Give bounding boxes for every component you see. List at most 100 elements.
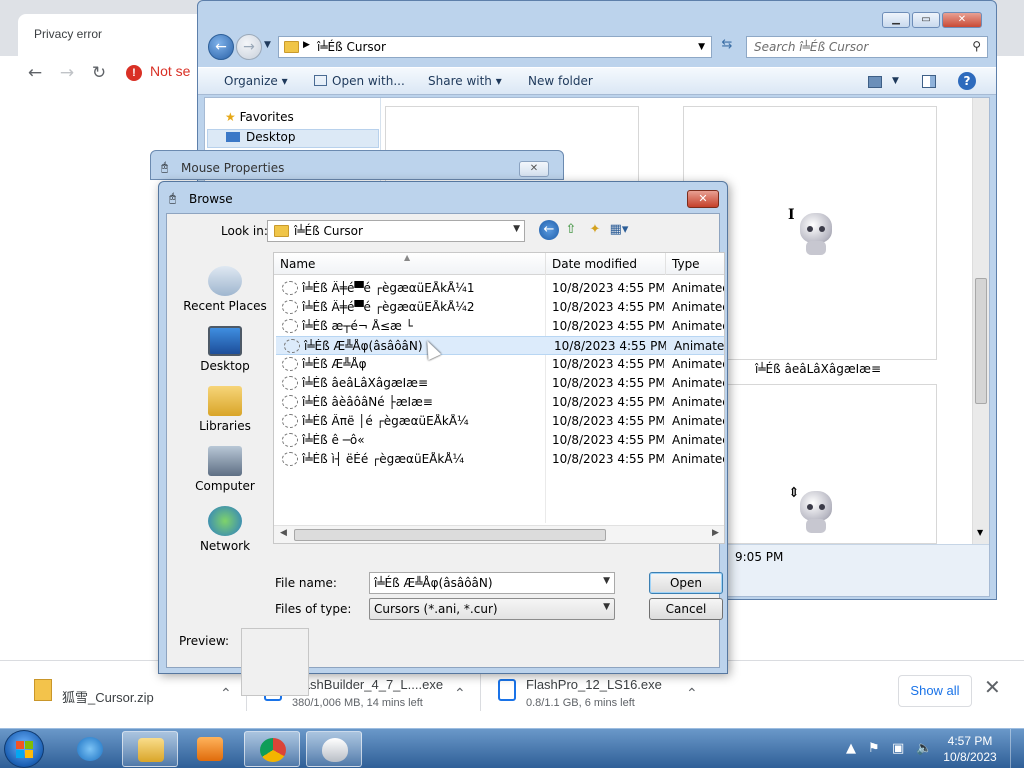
scrollbar-thumb[interactable] xyxy=(294,529,606,541)
scroll-left-arrow-icon[interactable]: ◀ xyxy=(280,528,287,538)
new-folder-icon[interactable]: ✦ xyxy=(585,220,605,240)
look-in-dropdown[interactable]: î╧Éß Cursor ▼ xyxy=(267,220,525,242)
close-button[interactable]: ✕ xyxy=(519,161,549,177)
start-button[interactable] xyxy=(4,730,44,768)
download-item[interactable]: 狐雪_Cursor.zip ⌃ xyxy=(28,669,238,721)
refresh-icon[interactable]: ⇆ xyxy=(716,37,738,57)
place-desktop[interactable]: Desktop xyxy=(177,326,273,373)
download-status: 0.8/1.1 GB, 6 mins left xyxy=(526,697,635,709)
scroll-right-arrow-icon[interactable]: ▶ xyxy=(712,528,719,538)
file-row[interactable]: î╧Éß âèâôâNé ├æIæ≡ 10/8/2023 4:55 PM Anima… xyxy=(274,393,725,412)
place-recent-places[interactable]: Recent Places xyxy=(177,266,273,313)
open-with-button[interactable]: Open with... xyxy=(314,74,405,88)
mouse-properties-window: 🖰 Mouse Properties ✕ xyxy=(150,150,564,180)
address-bar[interactable]: ▶ î╧Éß Cursor ▼ xyxy=(278,36,712,58)
new-folder-button[interactable]: New folder xyxy=(528,74,593,88)
close-icon[interactable]: ✕ xyxy=(984,675,1001,700)
place-libraries[interactable]: Libraries xyxy=(177,386,273,433)
share-with-menu[interactable]: Share with ▾ xyxy=(428,74,502,88)
action-center-icon[interactable]: ⚑ xyxy=(868,741,880,756)
chrome-tab[interactable]: Privacy error xyxy=(18,14,208,56)
horizontal-scrollbar[interactable]: ◀ ▶ xyxy=(274,525,724,543)
file-row[interactable]: î╧Éß Ä╪é▀é ┌ègæαüEÅkÅ¼2 10/8/2023 4:55 PM… xyxy=(274,298,724,317)
chevron-down-icon[interactable]: ▼ xyxy=(603,576,610,586)
up-folder-icon[interactable]: ⇧ xyxy=(561,220,581,240)
file-row[interactable]: î╧Éß âeâLâXâgæIæ≡ 10/8/2023 4:55 PM Animat… xyxy=(274,374,724,393)
recent-pages-chevron-icon[interactable]: ▼ xyxy=(264,40,271,50)
column-header-date[interactable]: Date modified xyxy=(552,257,637,271)
organize-menu[interactable]: Organize ▾ xyxy=(224,74,288,88)
window-title: Mouse Properties xyxy=(181,161,285,175)
view-options-icon[interactable] xyxy=(868,76,882,88)
file-row[interactable]: î╧Éß Æ╩Åφ 10/8/2023 4:55 PM Animated xyxy=(274,355,724,374)
file-row[interactable]: î╧Éß ê ─ô« 10/8/2023 4:55 PM Animated xyxy=(274,431,724,450)
taskbar-explorer[interactable] xyxy=(122,731,178,767)
search-icon[interactable]: ⚲ xyxy=(972,39,981,53)
forward-arrow-icon[interactable]: → xyxy=(54,60,80,86)
sidebar-item-desktop[interactable]: Desktop xyxy=(207,129,379,148)
sidebar-item-favorites[interactable]: ★ Favorites xyxy=(225,110,294,124)
search-input[interactable]: Search î╧Éß Cursor ⚲ xyxy=(746,36,988,58)
clock-date: 10/8/2023 xyxy=(943,750,997,764)
file-type-cell: Animated xyxy=(672,395,725,409)
file-row[interactable]: î╧Éß Æ╩Åφ(âsâôâN) 10/8/2023 4:55 PM Animat… xyxy=(276,336,724,355)
chevron-up-icon[interactable]: ⌃ xyxy=(454,685,466,702)
show-hidden-icons-arrow-icon[interactable]: ▲ xyxy=(846,741,856,756)
internet-explorer-icon xyxy=(77,737,103,761)
view-menu-icon[interactable]: ▦▾ xyxy=(609,220,629,240)
breadcrumb-arrow-icon[interactable]: ▶ xyxy=(303,40,310,50)
show-all-button[interactable]: Show all xyxy=(898,675,972,707)
chevron-down-icon: ▼ xyxy=(513,224,520,234)
maximize-button[interactable]: ▭ xyxy=(912,12,940,28)
network-status-icon[interactable]: ▣ xyxy=(892,741,904,756)
system-clock[interactable]: 4:57 PM 10/8/2023 xyxy=(938,733,1002,765)
browse-dialog: 🖰 Browse ✕ Look in: î╧Éß Cursor ▼ ← ⇧ ✦ … xyxy=(158,181,728,696)
taskbar-mouse-properties[interactable] xyxy=(306,731,362,767)
cancel-button[interactable]: Cancel xyxy=(649,598,723,620)
place-network[interactable]: Network xyxy=(177,506,273,553)
chevron-up-icon[interactable]: ⌃ xyxy=(220,685,232,702)
file-date-cell: 10/8/2023 4:55 PM xyxy=(552,395,664,409)
chevron-down-icon[interactable]: ▼ xyxy=(892,76,899,86)
column-header-name[interactable]: Name xyxy=(280,257,315,271)
forward-icon[interactable]: → xyxy=(236,34,262,60)
preview-pane-icon[interactable] xyxy=(922,75,936,88)
back-icon[interactable]: ← xyxy=(208,34,234,60)
file-row[interactable]: î╧Éß æ┬é¬ Å≤æ └ 10/8/2023 4:55 PM Animated xyxy=(274,317,724,336)
taskbar-chrome[interactable] xyxy=(244,731,300,767)
scroll-down-arrow-icon[interactable]: ▼ xyxy=(977,528,983,537)
file-type-select[interactable]: Cursors (*.ani, *.cur) ▼ xyxy=(369,598,615,620)
close-button[interactable]: ✕ xyxy=(942,12,982,28)
file-row[interactable]: î╧Éß Âπë │é ┌ègæαüEÅkÅ¼ 10/8/2023 4:55 PM… xyxy=(274,412,724,431)
back-arrow-icon[interactable]: ← xyxy=(22,60,48,86)
not-secure-indicator[interactable]: ! Not se xyxy=(126,63,190,81)
minimize-button[interactable]: ▁ xyxy=(882,12,910,28)
scrollbar-thumb[interactable] xyxy=(975,278,987,404)
file-name-cell: î╧Éß Ä╪é▀é ┌ègæαüEÅkÅ¼2 xyxy=(302,300,475,314)
file-list[interactable]: ▲ Name Date modified Type î╧Éß Ä╪é▀é ┌èg… xyxy=(273,252,725,544)
chevron-up-icon[interactable]: ⌃ xyxy=(686,685,698,702)
file-row[interactable]: î╧Éß ì┤ ëÉé ┌ègæαüEÅkÅ¼ 10/8/2023 4:55 PM… xyxy=(274,450,724,469)
column-divider[interactable] xyxy=(545,253,546,275)
column-divider[interactable] xyxy=(665,253,666,275)
command-bar: Organize ▾ Open with... Share with ▾ New… xyxy=(198,67,996,95)
reload-icon[interactable]: ↻ xyxy=(86,60,112,86)
file-row[interactable]: î╧Éß Ä╪é▀é ┌ègæαüEÅkÅ¼1 10/8/2023 4:55 PM… xyxy=(274,279,724,298)
chevron-down-icon[interactable]: ▼ xyxy=(698,42,705,52)
help-icon[interactable]: ? xyxy=(958,72,976,90)
place-computer[interactable]: Computer xyxy=(177,446,273,493)
file-name-field[interactable]: î╧Éß Æ╩Åφ(âsâôâN) ▼ xyxy=(369,572,615,594)
column-header-type[interactable]: Type xyxy=(672,257,700,271)
file-type-cell: Animated xyxy=(674,339,725,353)
taskbar-internet-explorer[interactable] xyxy=(62,731,118,767)
back-icon[interactable]: ← xyxy=(539,220,559,240)
volume-muted-icon[interactable]: 🔈 xyxy=(916,741,932,756)
download-item[interactable]: FlashPro_12_LS16.exe 0.8/1.1 GB, 6 mins … xyxy=(492,669,714,721)
taskbar-media-player[interactable] xyxy=(182,731,238,767)
show-desktop-button[interactable] xyxy=(1010,729,1024,768)
desktop-icon xyxy=(208,326,242,356)
clock-time: 4:57 PM xyxy=(947,734,993,748)
close-button[interactable]: ✕ xyxy=(687,190,719,208)
vertical-scrollbar[interactable]: ▼ xyxy=(972,98,989,544)
open-button[interactable]: Open xyxy=(649,572,723,594)
